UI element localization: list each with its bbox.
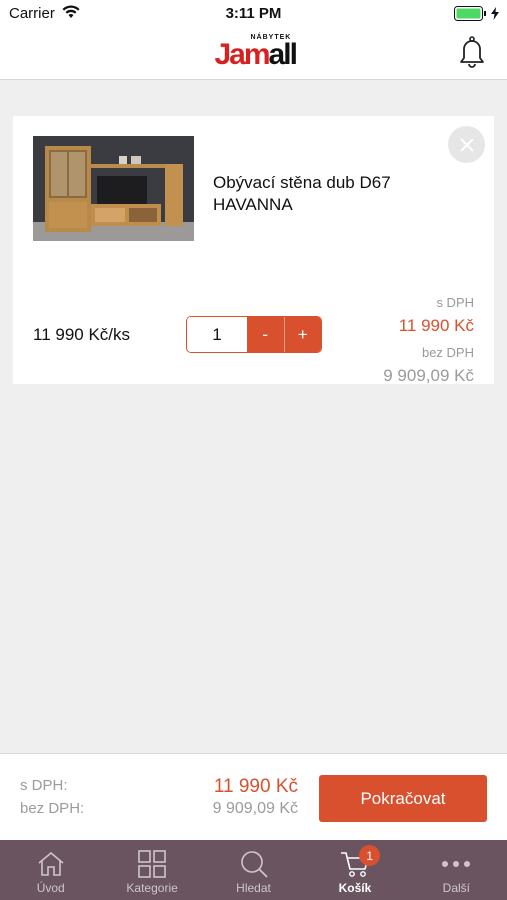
tab-search[interactable]: Hledat xyxy=(203,840,304,900)
nav-bar: NÁBYTEK Jamall xyxy=(0,28,507,80)
clock: 3:11 PM xyxy=(225,5,282,22)
cart-count-badge: 1 xyxy=(359,845,381,866)
without-vat-label: bez DPH xyxy=(421,345,474,360)
grid-icon xyxy=(138,849,166,879)
battery-icon xyxy=(454,6,499,21)
decrease-quantity-button[interactable]: - xyxy=(247,317,284,352)
logo[interactable]: NÁBYTEK Jamall xyxy=(0,34,507,79)
quantity-stepper: 1 - + xyxy=(186,316,322,353)
cart-item: Obývací stěna dub D67 HAVANNA 11 990 Kč/… xyxy=(13,116,494,385)
quantity-input[interactable]: 1 xyxy=(187,317,247,352)
continue-button[interactable]: Pokračovat xyxy=(319,775,487,822)
tab-label: Košík xyxy=(338,881,372,895)
product-image[interactable] xyxy=(33,136,194,241)
summary-with-vat-label: s DPH: xyxy=(20,777,68,794)
tab-label: Další xyxy=(442,881,470,895)
close-icon xyxy=(459,137,474,152)
status-bar: Carrier 3:11 PM xyxy=(0,0,507,28)
charging-icon xyxy=(491,7,499,20)
summary-without-vat-label: bez DPH: xyxy=(20,800,85,817)
tab-label: Úvod xyxy=(36,881,65,895)
remove-item-button[interactable] xyxy=(448,126,485,163)
with-vat-label: s DPH xyxy=(436,295,474,310)
order-summary: s DPH: bez DPH: 11 990 Kč 9 909,09 Kč Po… xyxy=(0,753,507,840)
increase-quantity-button[interactable]: + xyxy=(283,317,321,352)
search-icon xyxy=(240,849,268,879)
with-vat-price: 11 990 Kč xyxy=(398,316,474,335)
tab-more[interactable]: Další xyxy=(406,840,507,900)
tab-bar: Úvod Kategorie Hledat 1 Košík Další xyxy=(0,840,507,900)
unit-price: 11 990 Kč/ks xyxy=(33,325,131,344)
tab-cart[interactable]: 1 Košík xyxy=(304,840,405,900)
without-vat-price: 9 909,09 Kč xyxy=(383,366,474,385)
tab-label: Hledat xyxy=(236,881,271,895)
logo-text: Jamall xyxy=(214,38,298,71)
product-name[interactable]: Obývací stěna dub D67 HAVANNA xyxy=(213,172,413,216)
home-icon xyxy=(36,849,66,879)
tab-categories[interactable]: Kategorie xyxy=(101,840,202,900)
notification-bell-icon[interactable] xyxy=(459,36,485,73)
tab-home[interactable]: Úvod xyxy=(0,840,101,900)
more-icon xyxy=(441,849,471,879)
summary-with-vat-price: 11 990 Kč xyxy=(213,776,298,797)
summary-without-vat-price: 9 909,09 Kč xyxy=(212,800,298,817)
tab-label: Kategorie xyxy=(126,881,178,895)
